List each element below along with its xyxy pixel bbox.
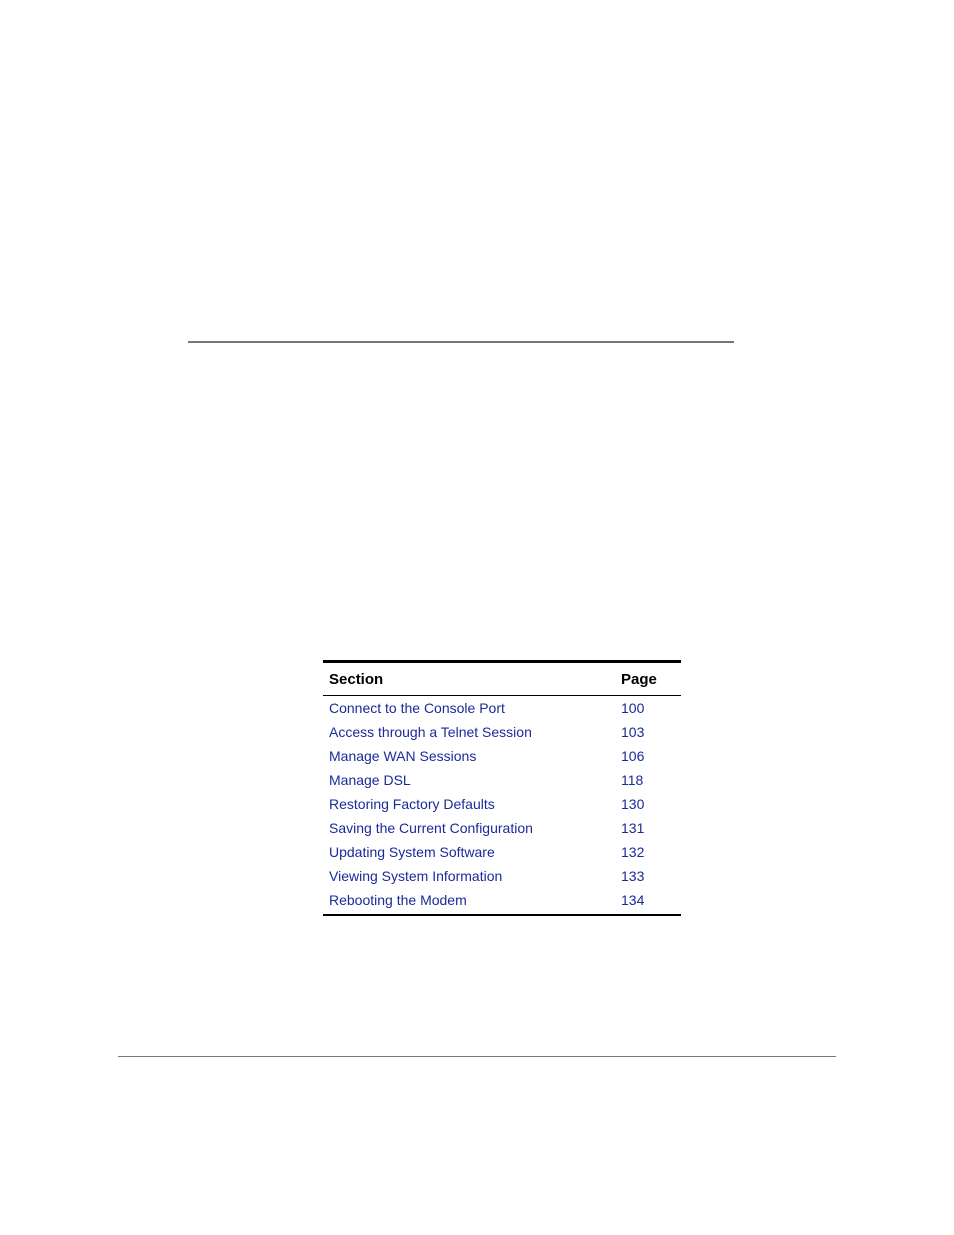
toc-page-number[interactable]: 100 — [615, 696, 681, 721]
top-horizontal-rule — [188, 341, 734, 343]
table-row: Saving the Current Configuration 131 — [323, 816, 681, 840]
table-row: Viewing System Information 133 — [323, 864, 681, 888]
toc-page-number[interactable]: 106 — [615, 744, 681, 768]
toc-page-number[interactable]: 130 — [615, 792, 681, 816]
toc-page-number[interactable]: 131 — [615, 816, 681, 840]
toc-link-restoring-factory-defaults[interactable]: Restoring Factory Defaults — [329, 796, 495, 812]
toc-page-number[interactable]: 133 — [615, 864, 681, 888]
table-row: Connect to the Console Port 100 — [323, 696, 681, 721]
toc-page-number[interactable]: 134 — [615, 888, 681, 915]
table-row: Rebooting the Modem 134 — [323, 888, 681, 915]
page-root: Section Page Connect to the Console Port… — [0, 0, 954, 1235]
toc-link-manage-wan-sessions[interactable]: Manage WAN Sessions — [329, 748, 476, 764]
toc-link-updating-system-software[interactable]: Updating System Software — [329, 844, 495, 860]
toc-table: Section Page Connect to the Console Port… — [323, 660, 681, 916]
toc-link-rebooting-the-modem[interactable]: Rebooting the Modem — [329, 892, 467, 908]
toc-page-number[interactable]: 103 — [615, 720, 681, 744]
table-row: Access through a Telnet Session 103 — [323, 720, 681, 744]
table-row: Manage WAN Sessions 106 — [323, 744, 681, 768]
toc-link-telnet-session[interactable]: Access through a Telnet Session — [329, 724, 532, 740]
table-row: Restoring Factory Defaults 130 — [323, 792, 681, 816]
table-row: Updating System Software 132 — [323, 840, 681, 864]
toc-link-saving-current-configuration[interactable]: Saving the Current Configuration — [329, 820, 533, 836]
toc-page-number[interactable]: 132 — [615, 840, 681, 864]
toc-link-connect-console-port[interactable]: Connect to the Console Port — [329, 700, 505, 716]
toc-link-manage-dsl[interactable]: Manage DSL — [329, 772, 411, 788]
toc-link-viewing-system-information[interactable]: Viewing System Information — [329, 868, 502, 884]
table-row: Manage DSL 118 — [323, 768, 681, 792]
toc-header-section: Section — [323, 662, 615, 696]
toc-page-number[interactable]: 118 — [615, 768, 681, 792]
bottom-horizontal-rule — [118, 1056, 836, 1057]
toc-header-page: Page — [615, 662, 681, 696]
toc-table-container: Section Page Connect to the Console Port… — [323, 660, 681, 916]
toc-header-row: Section Page — [323, 662, 681, 696]
